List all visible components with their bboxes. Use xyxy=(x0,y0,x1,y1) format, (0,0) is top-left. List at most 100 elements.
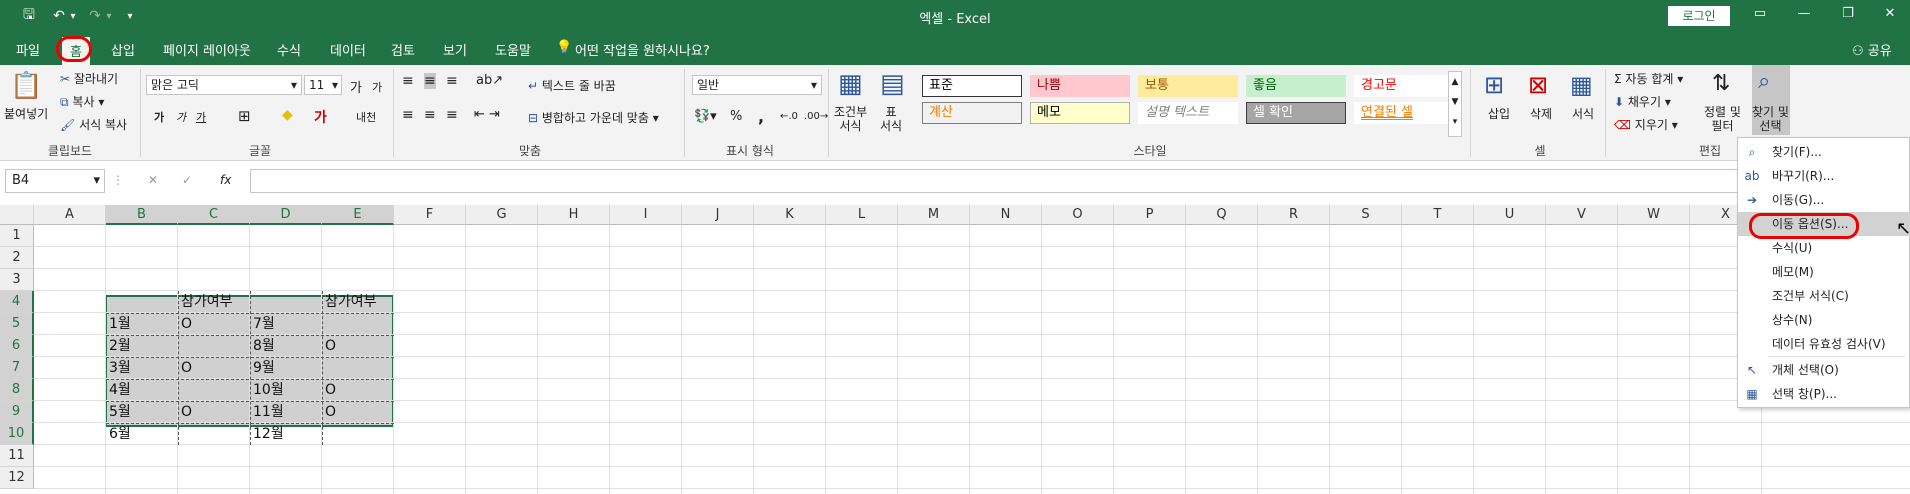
column-header-K[interactable]: K xyxy=(754,205,826,225)
paste-button[interactable]: 붙여넣기 xyxy=(4,105,48,122)
underline-button[interactable]: 가 xyxy=(196,109,206,125)
column-header-R[interactable]: R xyxy=(1258,205,1330,225)
cell-style-0[interactable]: 표준 xyxy=(922,75,1022,97)
cell-E9[interactable]: O xyxy=(322,401,394,423)
align-right-icon[interactable]: ≡ xyxy=(446,107,458,123)
column-header-S[interactable]: S xyxy=(1330,205,1402,225)
cell-D9[interactable]: 11월 xyxy=(250,401,322,423)
font-size-select[interactable]: 11 ▾ xyxy=(304,75,342,95)
column-header-E[interactable]: E xyxy=(322,205,394,225)
format-cells-button[interactable]: 서식 xyxy=(1572,105,1594,122)
tell-me-search[interactable]: 어떤 작업을 원하시나요? xyxy=(575,40,710,59)
cell-style-7[interactable]: 설명 텍스트 xyxy=(1138,102,1238,124)
cell-B7[interactable]: 3월 xyxy=(106,357,178,379)
row-header-12[interactable]: 12 xyxy=(0,467,34,489)
menu-item-6[interactable]: 조건부 서식(C) xyxy=(1738,284,1910,308)
format-as-table-button[interactable]: 표 서식 xyxy=(880,105,902,133)
conditional-format-icon[interactable]: ▦ xyxy=(838,69,863,99)
menu-item-4[interactable]: 수식(U) xyxy=(1738,236,1910,260)
cell-B5[interactable]: 1월 xyxy=(106,313,178,335)
decrease-font-button[interactable]: 가 xyxy=(372,79,382,95)
cell-C7[interactable]: O xyxy=(178,357,250,379)
tab-file[interactable]: 파일 xyxy=(16,40,40,59)
gallery-scroll[interactable]: ▲ ▼ ▾ xyxy=(1448,71,1462,137)
cell-C5[interactable]: O xyxy=(178,313,250,335)
row-header-2[interactable]: 2 xyxy=(0,247,34,269)
decrease-decimal-icon[interactable]: .00→ xyxy=(804,111,828,122)
borders-icon[interactable]: ⊞ xyxy=(238,107,251,125)
number-format-select[interactable]: 일반 ▾ xyxy=(692,75,822,95)
name-box[interactable]: B4 ▾ xyxy=(5,169,105,193)
align-middle-icon[interactable]: ≡ xyxy=(424,73,436,89)
worksheet-grid[interactable]: A B C D E F G H I J K L M N O P Q R S T U V W X 1 2 3 4 5 6 7 8 9 10 11 12 참… xyxy=(0,205,1910,494)
row-header-9[interactable]: 9 xyxy=(0,401,34,423)
menu-item-10[interactable]: ▦ 선택 창(P)... xyxy=(1738,382,1910,406)
column-header-Q[interactable]: Q xyxy=(1186,205,1258,225)
row-header-5[interactable]: 5 xyxy=(0,313,34,335)
column-header-U[interactable]: U xyxy=(1474,205,1546,225)
cell-D10[interactable]: 12월 xyxy=(250,423,322,445)
column-header-J[interactable]: J xyxy=(682,205,754,225)
format-as-table-icon[interactable]: ▤ xyxy=(880,69,905,99)
cell-E4[interactable]: 참가여부 xyxy=(322,291,394,313)
menu-item-0[interactable]: ⌕ 찾기(F)... xyxy=(1738,140,1910,164)
fill-color-icon[interactable]: ◆ xyxy=(282,107,293,123)
share-button[interactable]: ⚇ 공유 xyxy=(1852,40,1892,59)
font-name-select[interactable]: 맑은 고딕 ▾ xyxy=(146,75,302,95)
column-header-L[interactable]: L xyxy=(826,205,898,225)
comma-button[interactable]: , xyxy=(758,107,764,126)
phonetic-button[interactable]: 내천 xyxy=(356,109,376,125)
cell-style-4[interactable]: 경고문 xyxy=(1354,75,1454,97)
menu-item-5[interactable]: 메모(M) xyxy=(1738,260,1910,284)
align-top-icon[interactable]: ≡ xyxy=(402,73,414,89)
insert-function-icon[interactable]: fx xyxy=(220,173,231,187)
menu-item-2[interactable]: ➔ 이동(G)... xyxy=(1738,188,1910,212)
minimize-icon[interactable]: — xyxy=(1786,6,1822,26)
row-header-11[interactable]: 11 xyxy=(0,445,34,467)
find-select-icon[interactable]: ⌕ xyxy=(1758,69,1770,94)
align-bottom-icon[interactable]: ≡ xyxy=(446,73,458,89)
cell-D6[interactable]: 8월 xyxy=(250,335,322,357)
cell-B10[interactable]: 6월 xyxy=(106,423,178,445)
tab-help[interactable]: 도움말 xyxy=(495,40,531,59)
percent-button[interactable]: % xyxy=(730,109,742,124)
cell-C9[interactable]: O xyxy=(178,401,250,423)
column-header-A[interactable]: A xyxy=(34,205,106,225)
login-button[interactable]: 로그인 xyxy=(1668,6,1730,26)
cell-style-2[interactable]: 보통 xyxy=(1138,75,1238,97)
column-header-O[interactable]: O xyxy=(1042,205,1114,225)
insert-cells-button[interactable]: 삽입 xyxy=(1488,105,1510,122)
menu-item-9[interactable]: ↖ 개체 선택(O) xyxy=(1738,358,1910,382)
fill-button[interactable]: ⬇ 채우기 ▾ xyxy=(1614,93,1671,110)
wrap-text-button[interactable]: ↵ 텍스트 줄 바꿈 xyxy=(528,77,616,94)
delete-cells-button[interactable]: 삭제 xyxy=(1530,105,1552,122)
italic-button[interactable]: 가 xyxy=(176,109,186,125)
ribbon-display-options-icon[interactable]: ▭ xyxy=(1742,6,1778,26)
formula-input[interactable] xyxy=(250,169,1910,193)
cell-E6[interactable]: O xyxy=(322,335,394,357)
close-icon[interactable]: ✕ xyxy=(1872,6,1908,26)
menu-item-1[interactable]: ab 바꾸기(R)... xyxy=(1738,164,1910,188)
tab-formulas[interactable]: 수식 xyxy=(277,40,301,59)
bold-button[interactable]: 가 xyxy=(154,109,164,125)
column-header-W[interactable]: W xyxy=(1618,205,1690,225)
cell-B9[interactable]: 5월 xyxy=(106,401,178,423)
cell-D7[interactable]: 9월 xyxy=(250,357,322,379)
insert-cells-icon[interactable]: ⊞ xyxy=(1484,71,1504,99)
row-header-1[interactable]: 1 xyxy=(0,225,34,247)
sort-filter-button[interactable]: 정렬 및 필터 xyxy=(1704,105,1741,133)
cell-E8[interactable]: O xyxy=(322,379,394,401)
find-select-button[interactable]: 찾기 및 선택 xyxy=(1752,105,1789,133)
cell-style-1[interactable]: 나쁨 xyxy=(1030,75,1130,97)
tab-page-layout[interactable]: 페이지 레이아웃 xyxy=(163,40,251,59)
orientation-icon[interactable]: ab↗ xyxy=(476,73,503,88)
cut-button[interactable]: ✂ 잘라내기 xyxy=(60,70,118,87)
row-header-4[interactable]: 4 xyxy=(0,291,34,313)
select-all-corner[interactable] xyxy=(0,205,34,225)
cell-style-3[interactable]: 좋음 xyxy=(1246,75,1346,97)
cell-B6[interactable]: 2월 xyxy=(106,335,178,357)
row-header-10[interactable]: 10 xyxy=(0,423,34,445)
column-header-V[interactable]: V xyxy=(1546,205,1618,225)
column-header-N[interactable]: N xyxy=(970,205,1042,225)
row-header-3[interactable]: 3 xyxy=(0,269,34,291)
